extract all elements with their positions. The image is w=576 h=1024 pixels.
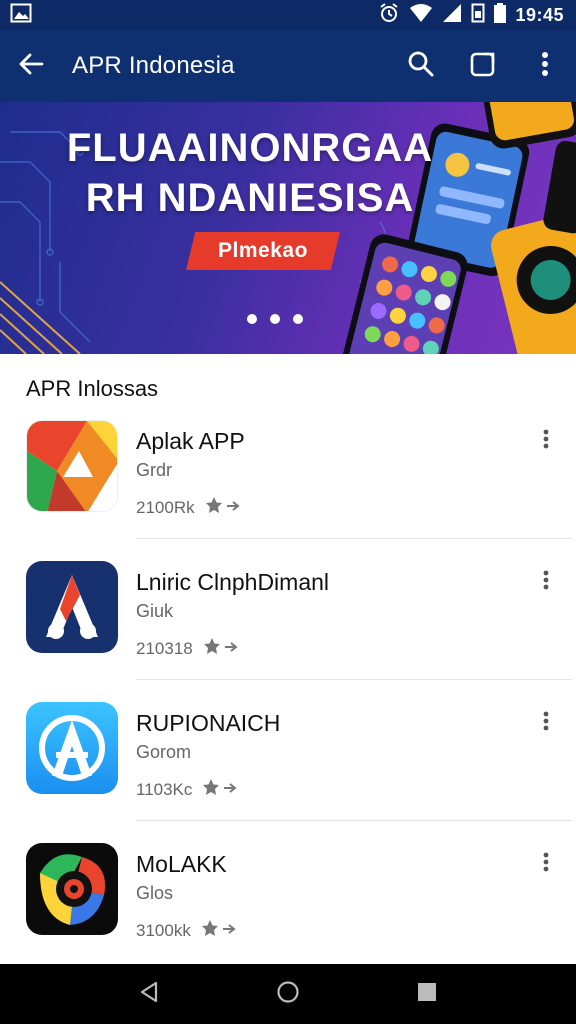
banner-headline-line1: FLUAAINONRGAA — [66, 126, 434, 170]
nav-back-button[interactable] — [119, 964, 179, 1024]
app-category: Grdr — [136, 460, 172, 480]
back-triangle-icon — [138, 980, 160, 1009]
signal-icon — [442, 3, 462, 28]
nav-home-button[interactable] — [258, 964, 318, 1024]
back-button[interactable] — [0, 30, 62, 102]
nav-recents-button[interactable] — [397, 964, 457, 1024]
app-category: Giuk — [136, 601, 174, 621]
battery-icon — [494, 2, 507, 28]
more-vert-icon — [543, 429, 549, 454]
sim-icon — [471, 3, 485, 28]
app-meta: 3100kk — [136, 919, 237, 942]
status-clock: 19:45 — [515, 4, 564, 25]
promo-button[interactable]: Plmekao — [186, 232, 340, 270]
carousel-dot[interactable] — [247, 314, 257, 324]
banner-headline-line2: RH NDANIESISA — [85, 176, 415, 220]
image-icon — [10, 3, 32, 28]
app-downloads: 3100kk — [136, 920, 191, 940]
system-nav-bar — [0, 964, 576, 1024]
app-more-button[interactable] — [534, 567, 558, 597]
app-name: Aplak APP — [136, 428, 245, 454]
app-name: RUPIONAICH — [136, 710, 281, 736]
app-icon-colorful-pin — [26, 843, 118, 935]
status-bar: 19:45 — [0, 0, 576, 30]
more-vert-icon — [543, 570, 549, 595]
search-button[interactable] — [390, 30, 452, 102]
open-external-icon — [469, 50, 497, 83]
carousel-dot[interactable] — [293, 314, 303, 324]
app-more-button[interactable] — [534, 426, 558, 456]
app-list-item[interactable]: Aplak APP Grdr 2100Rk — [4, 356, 572, 539]
carousel-indicator[interactable] — [247, 314, 303, 324]
promo-banner[interactable]: FLUAAINONRGAA RH NDANIESISA Plmekao — [0, 102, 576, 354]
app-name: Lniric ClnphDimanl — [136, 569, 330, 595]
app-more-button[interactable] — [534, 849, 558, 879]
screen: 19:45 APR Indonesia FLUAAINONRGAA RH NDA… — [0, 0, 576, 1024]
app-bar: APR Indonesia — [0, 30, 576, 102]
recents-square-icon — [416, 981, 438, 1008]
app-list-section: APR Inlossas Aplak APP Grdr 2100Rk Lniri… — [4, 356, 572, 962]
app-list-item[interactable]: RUPIONAICH Gorom 1103Kc — [4, 638, 572, 821]
search-icon — [407, 50, 435, 83]
app-category: Gorom — [136, 742, 192, 762]
more-vert-icon — [543, 852, 549, 877]
home-circle-icon — [276, 980, 300, 1009]
more-vert-icon — [543, 711, 549, 736]
app-category: Glos — [136, 883, 174, 903]
wifi-icon — [409, 3, 433, 28]
app-list-item[interactable]: Lniric ClnphDimanl Giuk 210318 — [4, 497, 572, 680]
alarm-icon — [378, 2, 400, 29]
more-vert-icon — [541, 51, 549, 82]
app-name: MoLAKK — [136, 851, 227, 877]
app-more-button[interactable] — [534, 708, 558, 738]
page-title: APR Indonesia — [72, 52, 235, 79]
back-arrow-icon — [18, 51, 44, 82]
more-options-button[interactable] — [514, 30, 576, 102]
rating-icon — [201, 919, 237, 942]
carousel-dot[interactable] — [270, 314, 280, 324]
app-list-item[interactable]: MoLAKK Glos 3100kk — [4, 779, 572, 940]
open-external-button[interactable] — [452, 30, 514, 102]
